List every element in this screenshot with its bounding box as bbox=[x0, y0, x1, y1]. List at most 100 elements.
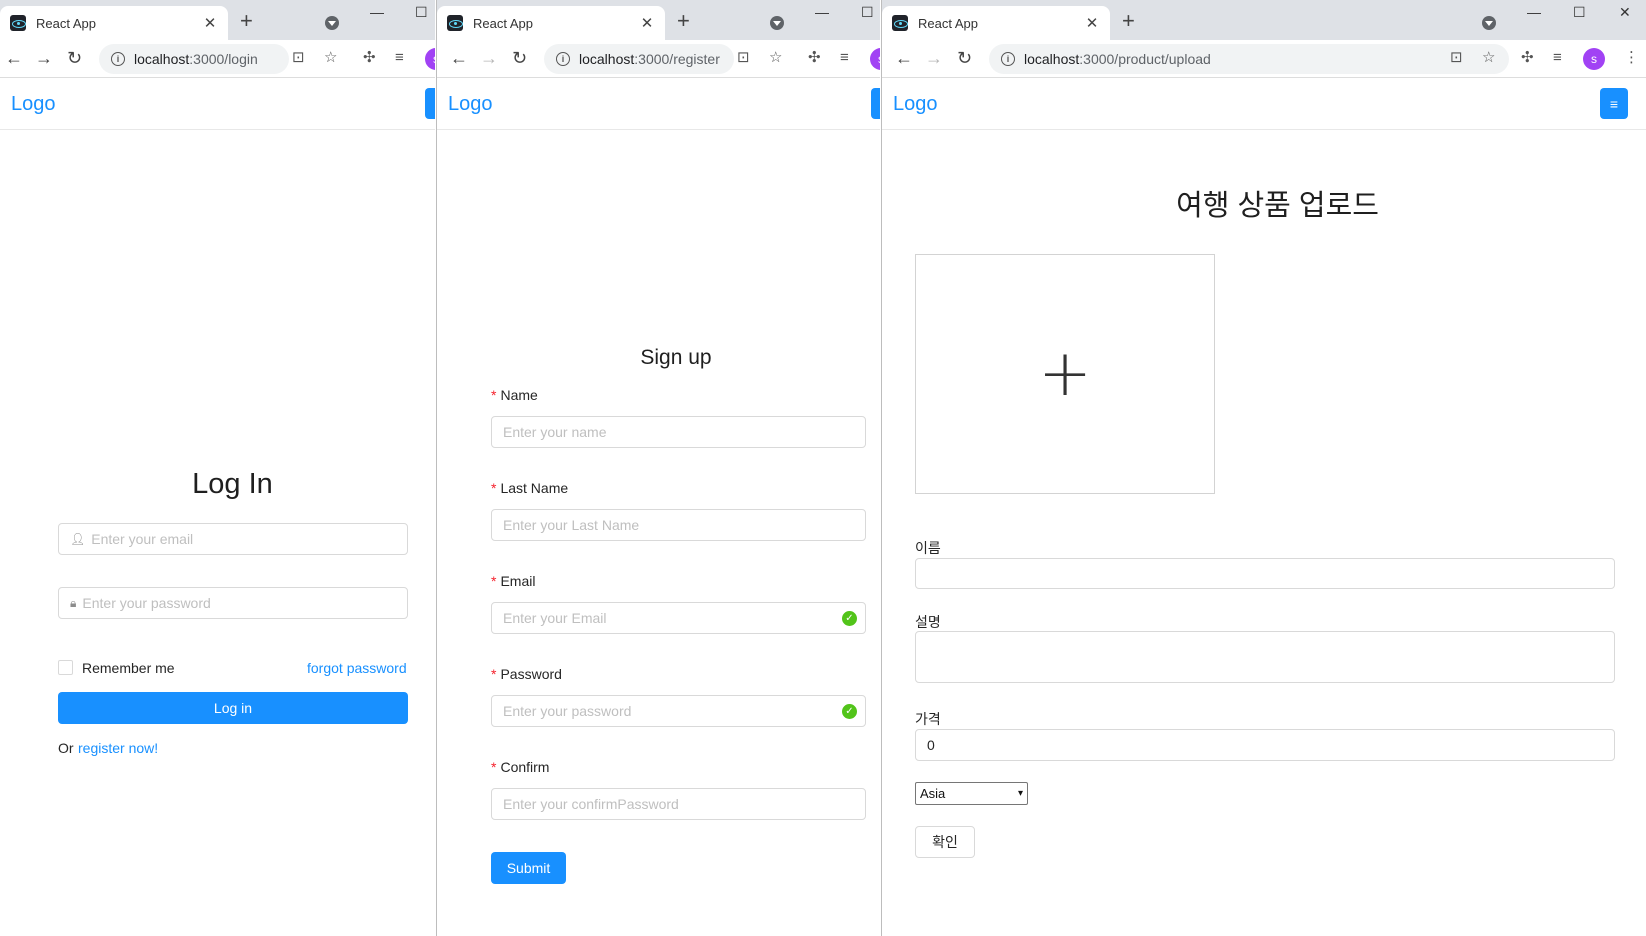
continent-select[interactable]: Asia ▾ bbox=[915, 782, 1028, 805]
password-input[interactable]: Enter your password ✓ bbox=[491, 695, 866, 727]
remember-checkbox[interactable] bbox=[58, 660, 73, 675]
password-input[interactable]: 🔒︎ Enter your password bbox=[58, 587, 408, 619]
tab-close-icon[interactable]: ✕ bbox=[639, 14, 655, 32]
address-bar[interactable]: i localhost:3000/product/upload bbox=[989, 44, 1509, 74]
price-label: 가격 bbox=[915, 711, 941, 727]
browser-tab[interactable]: React App ✕ bbox=[882, 6, 1110, 40]
menu-button[interactable]: ≡ bbox=[1600, 88, 1628, 119]
translate-icon[interactable]: ⊡ bbox=[737, 50, 750, 66]
app-logo[interactable]: Logo bbox=[448, 93, 493, 116]
confirm-placeholder: Enter your confirmPassword bbox=[503, 796, 679, 812]
tab-title: React App bbox=[36, 15, 96, 31]
address-bar[interactable]: i localhost:3000/register bbox=[544, 44, 734, 74]
extensions-icon[interactable]: ✣ bbox=[363, 50, 376, 66]
site-info-icon[interactable]: i bbox=[556, 52, 570, 66]
name-placeholder: Enter your name bbox=[503, 424, 607, 440]
plus-icon: + bbox=[1038, 337, 1092, 411]
tab-close-icon[interactable]: ✕ bbox=[202, 14, 218, 32]
translate-icon[interactable]: ⊡ bbox=[292, 50, 305, 66]
maximize-icon[interactable]: ☐ bbox=[861, 4, 874, 21]
description-label: 설명 bbox=[915, 614, 941, 630]
tab-title: React App bbox=[473, 15, 533, 31]
back-icon[interactable]: ← bbox=[450, 49, 468, 67]
app-header: Logo ≡ bbox=[437, 79, 880, 130]
password-label: * Password bbox=[491, 666, 562, 682]
app-logo[interactable]: Logo bbox=[11, 93, 56, 116]
reload-icon[interactable]: ↻ bbox=[67, 49, 82, 67]
maximize-icon[interactable]: ☐ bbox=[415, 4, 428, 21]
tab-search-icon[interactable] bbox=[325, 16, 339, 30]
image-dropzone[interactable]: + bbox=[915, 254, 1215, 494]
browser-toolbar: ← → ↻ i localhost:3000/login ⊡ ☆ ✣ ≡ s bbox=[0, 40, 435, 78]
browser-tab[interactable]: React App ✕ bbox=[0, 6, 228, 40]
user-icon: 👤︎ bbox=[70, 532, 86, 546]
bookmark-star-icon[interactable]: ☆ bbox=[1482, 50, 1495, 66]
site-info-icon[interactable]: i bbox=[1001, 52, 1015, 66]
forward-icon[interactable]: → bbox=[925, 49, 943, 67]
tab-strip: React App ✕ + — ☐ bbox=[0, 0, 435, 40]
forward-icon[interactable]: → bbox=[480, 49, 498, 67]
confirm-button[interactable]: 확인 bbox=[915, 826, 975, 858]
media-control-icon[interactable]: ≡ bbox=[395, 50, 404, 66]
media-control-icon[interactable]: ≡ bbox=[840, 50, 849, 66]
profile-avatar[interactable]: s bbox=[425, 48, 435, 70]
tab-close-icon[interactable]: ✕ bbox=[1084, 14, 1100, 32]
reload-icon[interactable]: ↻ bbox=[512, 49, 527, 67]
extensions-icon[interactable]: ✣ bbox=[808, 50, 821, 66]
browser-tab[interactable]: React App ✕ bbox=[437, 6, 665, 40]
minimize-icon[interactable]: — bbox=[815, 4, 829, 20]
login-button[interactable]: Log in bbox=[58, 692, 408, 724]
last-name-placeholder: Enter your Last Name bbox=[503, 517, 640, 533]
new-tab-button[interactable]: + bbox=[677, 10, 690, 32]
price-input[interactable]: 0 bbox=[915, 729, 1615, 761]
close-window-icon[interactable]: ✕ bbox=[1619, 4, 1631, 21]
new-tab-button[interactable]: + bbox=[1122, 10, 1135, 32]
name-input[interactable]: Enter your name bbox=[491, 416, 866, 448]
description-textarea[interactable] bbox=[915, 631, 1615, 683]
react-favicon-icon bbox=[447, 15, 463, 31]
maximize-icon[interactable]: ☐ bbox=[1573, 4, 1586, 21]
email-input[interactable]: Enter your Email ✓ bbox=[491, 602, 866, 634]
react-favicon-icon bbox=[10, 15, 26, 31]
name-label: * Name bbox=[491, 387, 538, 403]
or-text: Or bbox=[58, 740, 74, 756]
submit-button[interactable]: Submit bbox=[491, 852, 566, 884]
minimize-icon[interactable]: — bbox=[370, 4, 384, 20]
tab-title: React App bbox=[918, 15, 978, 31]
login-page-title: Log In bbox=[192, 468, 273, 500]
profile-avatar[interactable]: s bbox=[1583, 48, 1605, 70]
media-control-icon[interactable]: ≡ bbox=[1553, 50, 1562, 66]
email-label: * Email bbox=[491, 573, 536, 589]
register-link[interactable]: register now! bbox=[78, 740, 158, 756]
tab-search-icon[interactable] bbox=[1482, 16, 1496, 30]
extensions-icon[interactable]: ✣ bbox=[1521, 50, 1534, 66]
more-menu-icon[interactable]: ⋮ bbox=[1624, 50, 1639, 66]
translate-icon[interactable]: ⊡ bbox=[1450, 50, 1463, 66]
app-logo[interactable]: Logo bbox=[893, 93, 938, 116]
forgot-password-link[interactable]: forgot password bbox=[307, 660, 407, 676]
bookmark-star-icon[interactable]: ☆ bbox=[769, 50, 782, 66]
name-input[interactable] bbox=[915, 558, 1615, 589]
check-circle-icon: ✓ bbox=[842, 704, 857, 719]
site-info-icon[interactable]: i bbox=[111, 52, 125, 66]
continent-selected-value: Asia bbox=[920, 786, 946, 801]
new-tab-button[interactable]: + bbox=[240, 10, 253, 32]
reload-icon[interactable]: ↻ bbox=[957, 49, 972, 67]
menu-button[interactable]: ≡ bbox=[871, 88, 880, 119]
bookmark-star-icon[interactable]: ☆ bbox=[324, 50, 337, 66]
address-bar[interactable]: i localhost:3000/login bbox=[99, 44, 289, 74]
back-icon[interactable]: ← bbox=[5, 49, 23, 67]
check-circle-icon: ✓ bbox=[842, 611, 857, 626]
tab-search-icon[interactable] bbox=[770, 16, 784, 30]
profile-avatar[interactable]: s bbox=[870, 48, 880, 70]
password-placeholder: Enter your password bbox=[82, 595, 211, 611]
back-icon[interactable]: ← bbox=[895, 49, 913, 67]
email-input[interactable]: 👤︎ Enter your email bbox=[58, 523, 408, 555]
confirm-password-input[interactable]: Enter your confirmPassword bbox=[491, 788, 866, 820]
minimize-icon[interactable]: — bbox=[1527, 4, 1541, 20]
last-name-input[interactable]: Enter your Last Name bbox=[491, 509, 866, 541]
forward-icon[interactable]: → bbox=[35, 49, 53, 67]
url-text: localhost:3000/login bbox=[134, 51, 258, 67]
email-placeholder: Enter your email bbox=[91, 531, 194, 547]
menu-button[interactable]: ≡ bbox=[425, 88, 435, 119]
